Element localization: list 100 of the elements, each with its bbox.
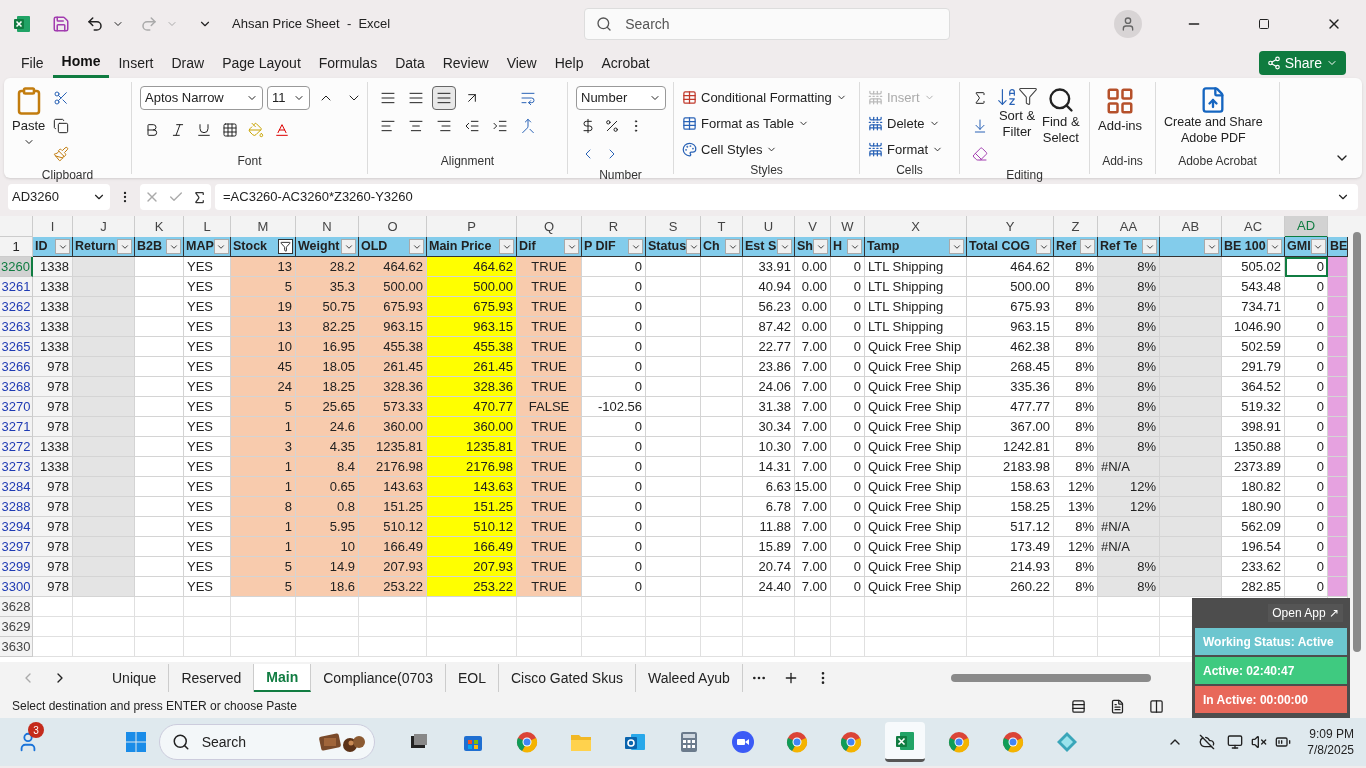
row-header[interactable]: 3630 [0,637,33,657]
table-cell: Quick Free Ship [865,337,967,357]
styles-button[interactable]: Cell Styles [682,138,847,161]
table-cell: 0 [582,437,646,457]
table-cell: 18.25 [296,377,359,397]
table-cell: TRUE [517,497,582,517]
table-cell: 7.00 [795,537,831,557]
row-header[interactable]: 3272 [0,437,33,457]
table-cell: Quick Free Ship [865,457,967,477]
table-cell: 328.36 [427,377,517,397]
table-cell: 675.93 [359,297,427,317]
styles-button[interactable]: Conditional Formatting [682,86,847,109]
row-header[interactable]: 3268 [0,377,33,397]
row-header[interactable]: 3297 [0,537,33,557]
row-header[interactable]: 3260 [0,257,33,277]
table-cell: 3 [231,437,296,457]
clock-time[interactable]: 9:09 PM [1309,726,1354,742]
row-header[interactable]: 3284 [0,477,33,497]
table-cell: YES [184,417,231,437]
menu-tab[interactable]: Page Layout [213,48,310,78]
row-header[interactable]: 3266 [0,357,33,377]
row-header[interactable]: 3273 [0,457,33,477]
formula-field[interactable]: =AC3260-AC3260*Z3260-Y3260 [215,184,1358,210]
cells-button[interactable]: Delete [868,112,944,135]
table-cell: 0 [582,377,646,397]
row-header[interactable]: 3262 [0,297,33,317]
open-app-button[interactable]: Open App ↗ [1268,604,1343,622]
sheet-tab[interactable]: EOL [445,664,499,692]
font-name-field[interactable]: Aptos Narrow [140,86,263,110]
table-cell: 1 [231,457,296,477]
table-cell: 978 [33,417,73,437]
row-header[interactable]: 3294 [0,517,33,537]
table-cell: 0 [582,577,646,597]
menu-tab[interactable]: Acrobat [592,48,659,78]
font-size-field[interactable]: 11 [267,86,310,110]
table-cell: 0.00 [795,277,831,297]
row-header[interactable]: 3628 [0,597,33,617]
table-cell: 978 [33,397,73,417]
menu-tab[interactable]: Data [386,48,434,78]
menu-tab[interactable]: View [497,48,546,78]
menu-tab[interactable]: File [12,48,53,78]
sheet-tab[interactable]: Waleed Ayub [636,664,743,692]
sheet-tab[interactable]: Main [254,664,312,692]
group-label: Alignment [440,153,495,170]
row-header[interactable]: 3263 [0,317,33,337]
cells-button[interactable]: Format [868,138,944,161]
search-field[interactable]: Search [584,8,951,40]
sheet-tab[interactable]: Unique [100,664,170,692]
table-cell: LTL Shipping [865,297,967,317]
row-header[interactable]: 3300 [0,577,33,597]
row-header[interactable]: 3629 [0,617,33,637]
row-header[interactable]: 3270 [0,397,33,417]
header-text: Status [648,238,687,256]
table-cell: Quick Free Ship [865,537,967,557]
row-header[interactable]: 3261 [0,277,33,297]
table-cell: TRUE [517,357,582,377]
table-cell: 50.75 [296,297,359,317]
menu-tab[interactable]: Review [433,48,498,78]
menu-tab[interactable]: Insert [109,48,163,78]
header-text: Return [75,238,116,256]
table-cell: TRUE [517,437,582,457]
row-header[interactable]: 3299 [0,557,33,577]
paste-button[interactable]: Paste [12,86,46,166]
row-header[interactable]: 3288 [0,497,33,517]
menu-tab[interactable]: Draw [162,48,214,78]
table-cell: 0 [831,477,865,497]
number-format-field[interactable]: Number [576,86,666,110]
header-text: Ch [703,238,720,256]
table-cell: 7.00 [795,577,831,597]
taskbar-search[interactable]: Search [158,724,375,760]
table-cell: 8% [1054,577,1098,597]
name-box[interactable]: AD3260 [8,184,110,210]
add-ins-button[interactable]: Add-ins [1098,82,1143,136]
table-cell: 519.32 [1222,397,1285,417]
sheet-tab[interactable]: Cisco Gated Skus [498,664,636,692]
sort-filter-button[interactable]: Sort & Filter [996,86,1038,166]
table-cell: 398.91 [1222,417,1285,437]
table-cell: 8.4 [296,457,359,477]
row-header[interactable]: 1 [0,237,33,257]
table-cell: 8% [1054,337,1098,357]
find-select-button[interactable]: Find & Select [1042,86,1080,166]
table-cell: 24.06 [743,377,795,397]
table-cell: 500.00 [427,277,517,297]
sheet-tab[interactable]: Compliance(0703 [311,664,446,692]
row-header[interactable]: 3265 [0,337,33,357]
menu-tab[interactable]: Formulas [309,48,387,78]
table-cell: 360.00 [427,417,517,437]
table-cell: 0.00 [795,257,831,277]
clock-date[interactable]: 7/8/2025 [1307,742,1354,758]
table-cell: 455.38 [427,337,517,357]
share-button[interactable]: Share [1258,51,1346,75]
create-pdf-button[interactable]: Create and Share Adobe PDF [1164,82,1263,146]
styles-button[interactable]: Format as Table [682,112,847,135]
table-cell: 0 [1285,517,1328,537]
menu-tab[interactable]: Help [545,48,593,78]
group-label: Adobe Acrobat [1178,153,1257,170]
table-cell: 8% [1054,557,1098,577]
table-cell: 25.65 [296,397,359,417]
table-cell: #N/A [1098,517,1160,537]
row-header[interactable]: 3271 [0,417,33,437]
